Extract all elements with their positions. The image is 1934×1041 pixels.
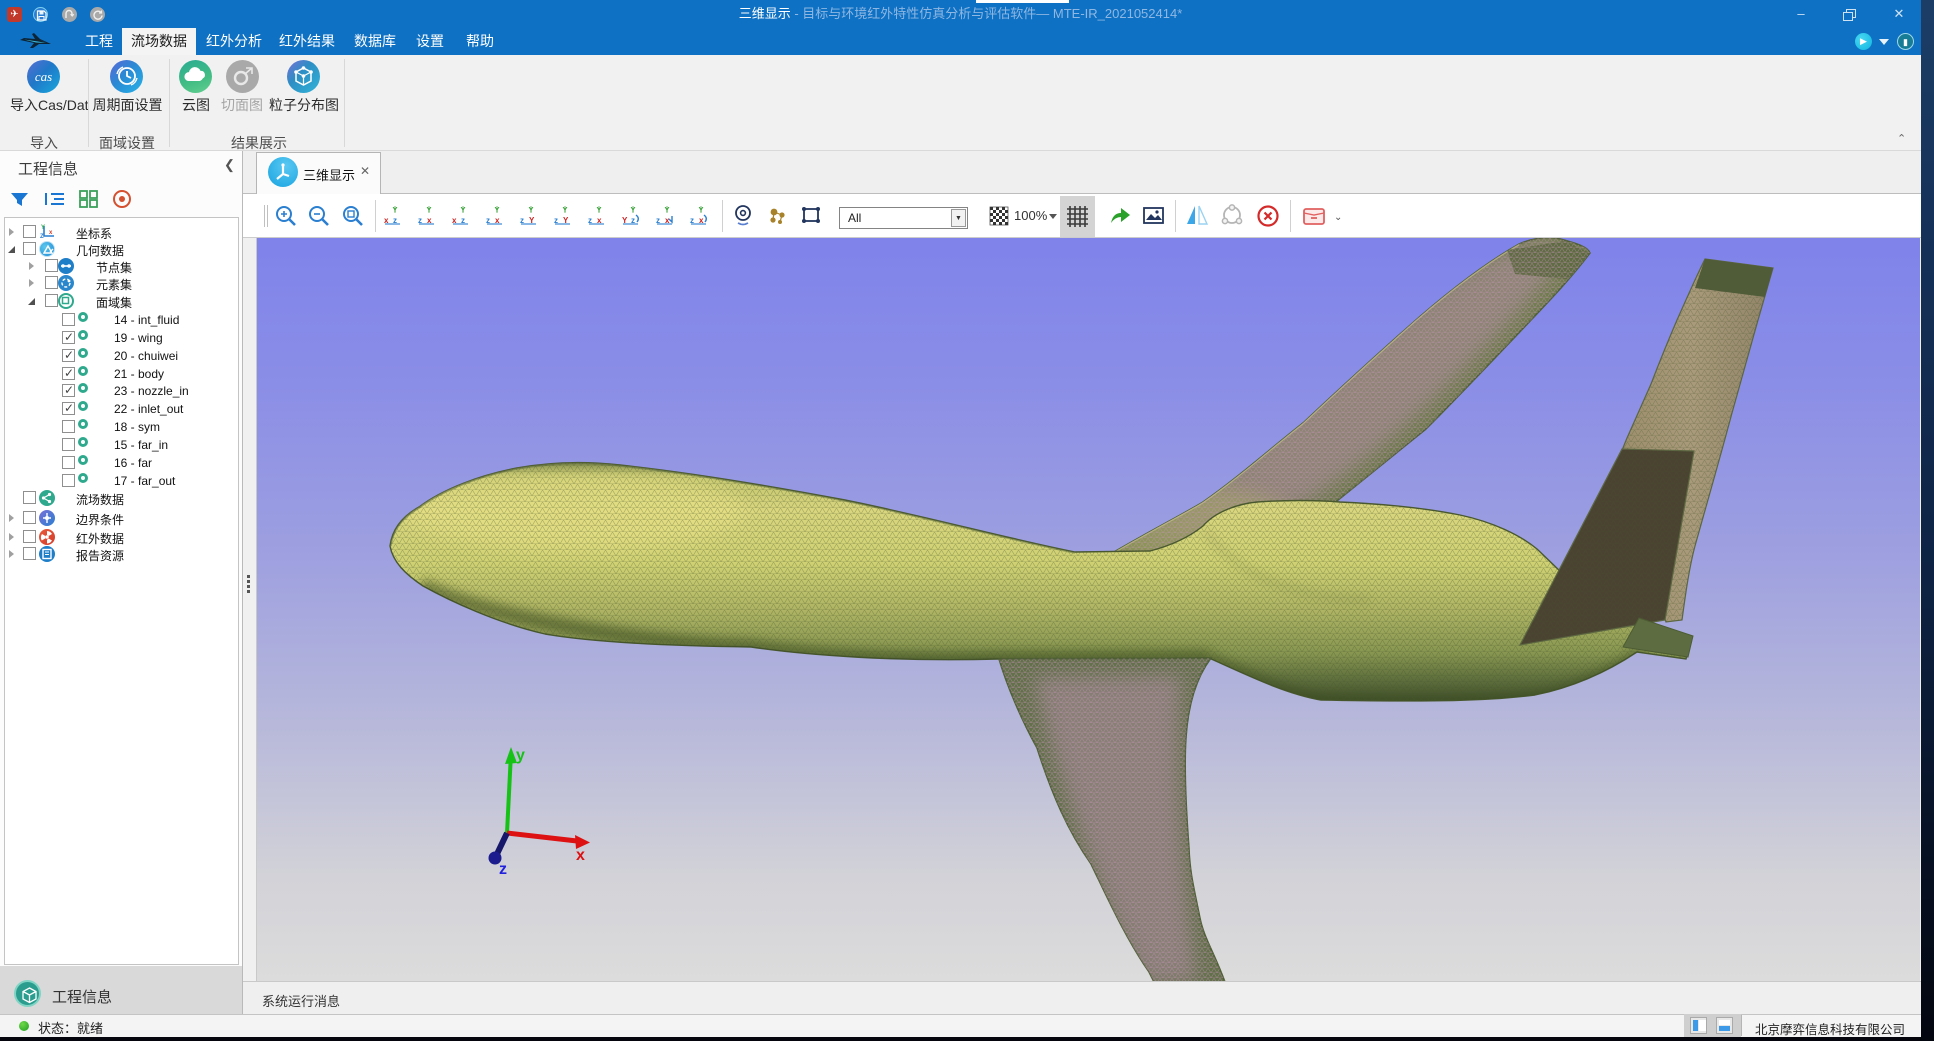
svg-text:z: z: [499, 861, 507, 878]
svg-text:Y: Y: [41, 225, 45, 231]
svg-text:x: x: [576, 847, 585, 864]
svg-text:x: x: [49, 230, 53, 236]
svg-text:y: y: [516, 747, 525, 764]
